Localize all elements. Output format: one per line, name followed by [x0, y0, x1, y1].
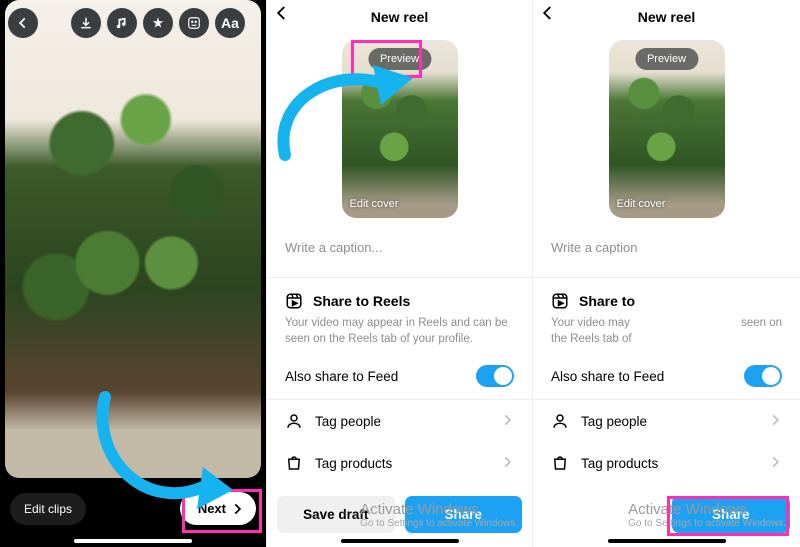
also-share-to-feed-row: Also share to Feed: [267, 353, 532, 399]
back-icon[interactable]: [273, 4, 291, 27]
reels-icon: [551, 292, 569, 310]
panel-new-reel-b: New reel Preview Edit cover Write a capt…: [533, 0, 800, 547]
annotation-arrow-to-preview: [273, 60, 423, 190]
bottom-button-bar: Save draft Share: [277, 496, 522, 533]
share-to-heading: Share to: [579, 293, 635, 309]
music-icon[interactable]: [107, 8, 137, 38]
home-indicator: [608, 539, 726, 543]
shopping-bag-icon: [551, 454, 569, 472]
edit-cover-button[interactable]: Edit cover: [617, 198, 666, 210]
also-share-to-feed-label: Also share to Feed: [285, 369, 398, 384]
reel-cover-thumbnail[interactable]: Preview Edit cover: [609, 40, 725, 218]
sticker-icon[interactable]: [179, 8, 209, 38]
also-share-to-feed-row: Also share to Feed: [533, 353, 800, 399]
tag-products-label: Tag products: [581, 456, 658, 471]
nav-bar: New reel: [267, 0, 532, 28]
reels-icon: [285, 292, 303, 310]
share-to-reels-heading: Share to Reels: [313, 293, 410, 309]
share-to-reels-subtext: Your video may appear in Reels and can b…: [285, 316, 514, 347]
person-icon: [285, 412, 303, 430]
person-icon: [551, 412, 569, 430]
annotation-arrow-to-next: [85, 387, 235, 527]
chevron-right-icon: [500, 455, 514, 472]
share-subtext-right: seen on: [741, 316, 782, 347]
editor-top-toolbar: Aa: [8, 6, 258, 40]
edit-clips-button[interactable]: Edit clips: [10, 493, 86, 525]
tag-products-row[interactable]: Tag products: [533, 442, 800, 484]
also-share-to-feed-label: Also share to Feed: [551, 369, 664, 384]
text-icon[interactable]: Aa: [215, 8, 245, 38]
tag-products-row[interactable]: Tag products: [267, 442, 532, 484]
tag-people-row[interactable]: Tag people: [267, 400, 532, 442]
panel-camera-editor: Aa Edit clips Next: [0, 0, 266, 547]
also-share-to-feed-toggle[interactable]: [476, 365, 514, 387]
also-share-to-feed-toggle[interactable]: [744, 365, 782, 387]
tag-people-label: Tag people: [581, 414, 647, 429]
share-subtext-left: Your video may the Reels tab of: [551, 316, 632, 347]
caption-input[interactable]: Write a caption...: [267, 224, 532, 277]
home-indicator: [74, 539, 192, 543]
edit-cover-button[interactable]: Edit cover: [350, 198, 399, 210]
tag-products-label: Tag products: [315, 456, 392, 471]
tag-people-label: Tag people: [315, 414, 381, 429]
effects-icon[interactable]: [143, 8, 173, 38]
share-to-section: Share to Your video may the Reels tab of…: [533, 278, 800, 353]
share-button[interactable]: Share: [672, 496, 791, 533]
caption-input[interactable]: Write a caption: [533, 224, 800, 277]
bottom-button-bar: Share: [543, 496, 790, 533]
page-title: New reel: [371, 9, 429, 25]
preview-button[interactable]: Preview: [635, 48, 698, 70]
home-indicator: [341, 539, 459, 543]
download-icon[interactable]: [71, 8, 101, 38]
page-title: New reel: [638, 9, 696, 25]
chevron-right-icon: [500, 413, 514, 430]
share-to-reels-section: Share to Reels Your video may appear in …: [267, 278, 532, 353]
save-draft-button[interactable]: Save draft: [277, 496, 395, 533]
shopping-bag-icon: [285, 454, 303, 472]
share-button[interactable]: Share: [405, 496, 523, 533]
back-icon[interactable]: [8, 8, 38, 38]
chevron-right-icon: [768, 413, 782, 430]
tag-people-row[interactable]: Tag people: [533, 400, 800, 442]
back-icon[interactable]: [539, 4, 557, 27]
nav-bar: New reel: [533, 0, 800, 28]
chevron-right-icon: [768, 455, 782, 472]
